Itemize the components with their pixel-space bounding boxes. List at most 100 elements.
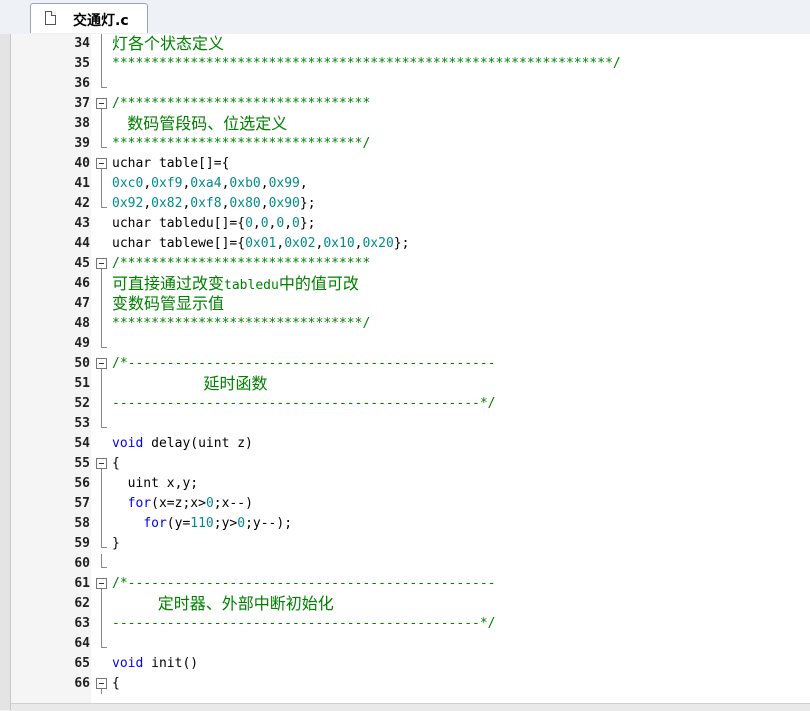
code-line[interactable]: 47 变数码管显示值 bbox=[11, 294, 810, 314]
code-token: , bbox=[143, 196, 152, 211]
code-line[interactable]: 51 延时函数 bbox=[11, 374, 810, 394]
number-literal: 0xa4 bbox=[190, 176, 222, 191]
line-number: 54 bbox=[74, 436, 90, 451]
code-text: 可直接通过改变tabledu中的值可改 bbox=[112, 274, 359, 296]
code-text: /*--------------------------------------… bbox=[112, 574, 496, 594]
code-line[interactable]: 37 /******************************** bbox=[11, 94, 810, 114]
code-text: ----------------------------------------… bbox=[112, 394, 496, 414]
number-literal: 0 bbox=[245, 216, 253, 231]
number-literal: 0x99 bbox=[268, 176, 300, 191]
keyword: void bbox=[112, 656, 144, 671]
fold-none bbox=[96, 434, 108, 454]
comment: 灯各个状态定义 bbox=[112, 34, 225, 53]
line-number: 59 bbox=[74, 536, 90, 551]
code-token: { bbox=[112, 676, 120, 691]
code-line[interactable]: 41 0xc0,0xf9,0xa4,0xb0,0x99, bbox=[11, 174, 810, 194]
line-number: 66 bbox=[74, 676, 90, 691]
code-line[interactable]: 45 /******************************** bbox=[11, 254, 810, 274]
code-line[interactable]: 35 **************************************… bbox=[11, 54, 810, 74]
code-line[interactable]: 42 0x92,0x82,0xf8,0x80,0x90}; bbox=[11, 194, 810, 214]
fold-none bbox=[96, 234, 108, 254]
line-number: 35 bbox=[74, 56, 90, 71]
comment: ----------------------------------------… bbox=[112, 396, 496, 411]
fold-line bbox=[96, 594, 108, 614]
number-literal: 0xc0 bbox=[112, 176, 144, 191]
left-panel-edge bbox=[0, 34, 11, 710]
code-text: void init() bbox=[112, 654, 198, 674]
code-text: 灯各个状态定义 bbox=[112, 34, 224, 56]
fold-toggle-icon[interactable] bbox=[96, 354, 108, 374]
code-text: uchar tablewe[]={0x01,0x02,0x10,0x20}; bbox=[112, 234, 409, 254]
number-literal: 0x01 bbox=[245, 236, 277, 251]
code-line[interactable]: 64 bbox=[11, 634, 810, 654]
code-line[interactable]: 57 for(x=z;x>0;x--) bbox=[11, 494, 810, 514]
code-line[interactable]: 54 void delay(uint z) bbox=[11, 434, 810, 454]
code-line[interactable]: 44 uchar tablewe[]={0x01,0x02,0x10,0x20}; bbox=[11, 234, 810, 254]
code-line[interactable]: 62 定时器、外部中断初始化 bbox=[11, 594, 810, 614]
comment: 变数码管显示值 bbox=[112, 294, 225, 313]
line-number: 51 bbox=[74, 376, 90, 391]
line-number: 40 bbox=[74, 156, 90, 171]
code-line[interactable]: 61 /*------------------------------------… bbox=[11, 574, 810, 594]
fold-line bbox=[96, 614, 108, 634]
fold-toggle-icon[interactable] bbox=[96, 154, 108, 174]
fold-toggle-icon[interactable] bbox=[96, 454, 108, 474]
code-line[interactable]: 40 uchar table[]={ bbox=[11, 154, 810, 174]
code-text: for(x=z;x>0;x--) bbox=[112, 494, 253, 514]
code-text: 0x92,0x82,0xf8,0x80,0x90}; bbox=[112, 194, 316, 214]
code-line[interactable]: 60 bbox=[11, 554, 810, 574]
comment: /*--------------------------------------… bbox=[112, 576, 496, 591]
code-editor[interactable]: 34 灯各个状态定义 35 *****************************… bbox=[11, 34, 810, 703]
code-line[interactable]: 52 --------------------------------------… bbox=[11, 394, 810, 414]
code-token: uchar tablewe[]={ bbox=[112, 236, 246, 251]
fold-end bbox=[96, 554, 108, 574]
fold-toggle-icon[interactable] bbox=[96, 674, 108, 694]
code-line[interactable]: 53 bbox=[11, 414, 810, 434]
line-number: 45 bbox=[74, 256, 90, 271]
fold-toggle-icon[interactable] bbox=[96, 94, 108, 114]
code-line[interactable]: 55 { bbox=[11, 454, 810, 474]
code-line[interactable]: 49 bbox=[11, 334, 810, 354]
code-line[interactable]: 66 { bbox=[11, 674, 810, 694]
fold-toggle-icon[interactable] bbox=[96, 254, 108, 274]
code-token: uchar table[]={ bbox=[112, 156, 230, 171]
code-text: ********************************/ bbox=[112, 314, 370, 334]
fold-end bbox=[96, 194, 108, 214]
code-line[interactable]: 65 void init() bbox=[11, 654, 810, 674]
code-token: uchar tabledu[]={ bbox=[112, 216, 246, 231]
code-token: , bbox=[284, 216, 293, 231]
code-text: 数码管段码、位选定义 bbox=[112, 114, 287, 136]
code-line[interactable]: 43 uchar tabledu[]={0,0,0,0}; bbox=[11, 214, 810, 234]
line-number: 56 bbox=[74, 476, 90, 491]
code-line[interactable]: 38 数码管段码、位选定义 bbox=[11, 114, 810, 134]
code-line[interactable]: 48 ********************************/ bbox=[11, 314, 810, 334]
fold-toggle-icon[interactable] bbox=[96, 574, 108, 594]
line-number: 42 bbox=[74, 196, 90, 211]
comment: /******************************** bbox=[112, 256, 371, 271]
file-tab[interactable]: 交通灯.c bbox=[30, 3, 148, 33]
comment: /******************************** bbox=[112, 96, 371, 111]
code-text: { bbox=[112, 454, 120, 474]
code-line[interactable]: 39 ********************************/ bbox=[11, 134, 810, 154]
number-literal: 0x92 bbox=[112, 196, 144, 211]
code-text: 0xc0,0xf9,0xa4,0xb0,0x99, bbox=[112, 174, 308, 194]
number-literal: 0xf8 bbox=[190, 196, 222, 211]
code-line[interactable]: 59} bbox=[11, 534, 810, 554]
fold-none bbox=[96, 214, 108, 234]
code-line[interactable]: 34 灯各个状态定义 bbox=[11, 34, 810, 54]
code-line[interactable]: 50 /*------------------------------------… bbox=[11, 354, 810, 374]
code-text: uint x,y; bbox=[112, 474, 198, 494]
code-line[interactable]: 36 bbox=[11, 74, 810, 94]
code-line[interactable]: 46 可直接通过改变tabledu中的值可改 bbox=[11, 274, 810, 294]
code-line[interactable]: 58 for(y=110;y>0;y--); bbox=[11, 514, 810, 534]
code-token: (y= bbox=[166, 516, 191, 531]
code-line[interactable]: 56 uint x,y; bbox=[11, 474, 810, 494]
code-line[interactable]: 63 --------------------------------------… bbox=[11, 614, 810, 634]
code-token: ;x--) bbox=[213, 496, 253, 511]
fold-line bbox=[96, 274, 108, 294]
number-literal: 0 bbox=[205, 496, 214, 511]
line-number: 52 bbox=[74, 396, 90, 411]
code-text: ********************************/ bbox=[112, 134, 370, 154]
fold-end bbox=[96, 134, 108, 154]
code-text: 变数码管显示值 bbox=[112, 294, 224, 316]
